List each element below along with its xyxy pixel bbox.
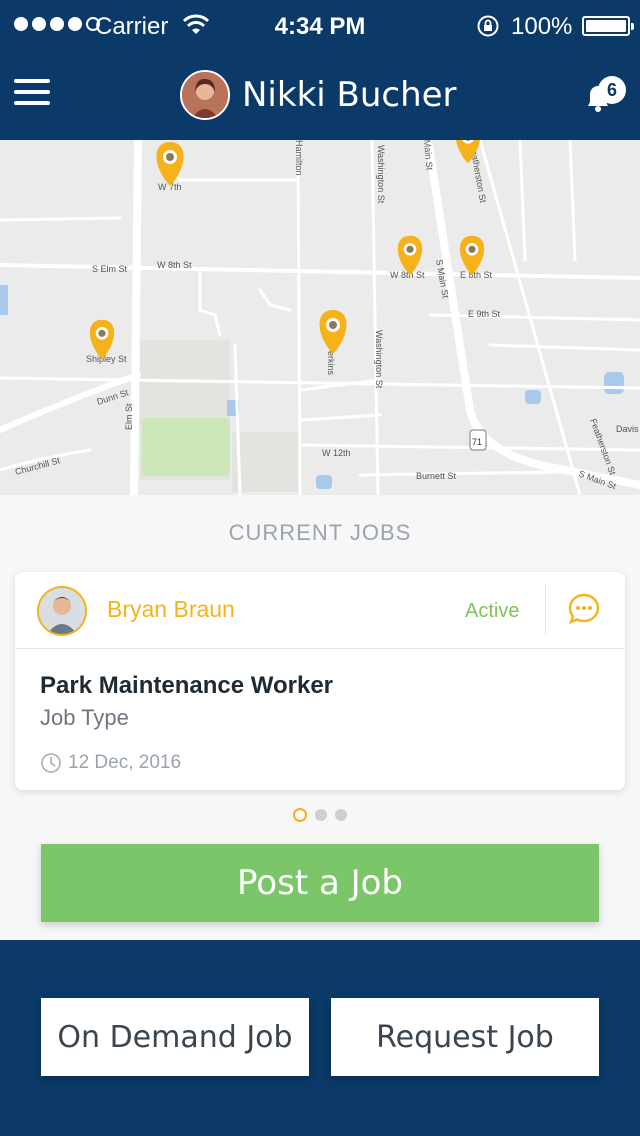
map-canvas: W 7th S Elm St W 8th St W 8th St E 8th S… [0, 140, 640, 495]
worker-avatar [37, 586, 87, 636]
battery-icon [582, 16, 634, 36]
user-name: Nikki Bucher [242, 75, 457, 115]
pager-dot[interactable] [293, 808, 307, 822]
app-header: Carrier 4:34 PM 100% Nikki Bucher 6 [0, 0, 640, 140]
pager-dot[interactable] [315, 809, 327, 821]
map-view[interactable]: W 7th S Elm St W 8th St W 8th St E 8th S… [0, 140, 640, 495]
avatar [180, 70, 230, 120]
street-label: Burnett St [416, 471, 457, 481]
chat-icon[interactable] [567, 592, 601, 626]
request-job-button[interactable]: Request Job [331, 998, 599, 1076]
street-label: Shipley St [86, 354, 127, 364]
nav-bar: Nikki Bucher 6 [0, 64, 640, 128]
street-label: Davis [616, 424, 639, 434]
bottom-action-bar: On Demand Job Request Job [0, 940, 640, 1136]
job-title: Park Maintenance Worker [40, 672, 334, 699]
street-label: Washington St [376, 145, 386, 204]
menu-icon[interactable] [14, 79, 50, 105]
job-date-row: 12 Dec, 2016 [40, 752, 181, 774]
pager-dot[interactable] [335, 809, 347, 821]
rotation-lock-icon [477, 15, 499, 37]
street-label: Hamilton [294, 140, 304, 176]
route-shield: 71 [469, 429, 487, 451]
user-profile[interactable]: Nikki Bucher [180, 70, 457, 120]
job-type: Job Type [40, 705, 129, 730]
street-label: S Elm St [92, 264, 128, 274]
carousel-pager [0, 808, 640, 822]
street-label: E 8th St [460, 270, 493, 280]
street-label: E 9th St [468, 309, 501, 319]
street-label: W 12th [322, 448, 351, 458]
divider [545, 584, 546, 634]
section-title-current-jobs: CURRENT JOBS [228, 520, 412, 545]
job-card[interactable]: Bryan Braun Active Park Maintenance Work… [15, 572, 625, 790]
street-label: Elm St [124, 403, 134, 430]
street-label: Washington St [374, 330, 384, 389]
status-badge: Active [465, 600, 520, 622]
on-demand-job-button[interactable]: On Demand Job [41, 998, 309, 1076]
status-bar: Carrier 4:34 PM 100% [0, 0, 640, 52]
notification-badge: 6 [598, 76, 626, 104]
post-job-button[interactable]: Post a Job [41, 844, 599, 922]
job-date: 12 Dec, 2016 [68, 752, 182, 773]
street-label: W 8th St [157, 260, 192, 270]
battery-percent: 100% [511, 13, 573, 40]
svg-text:71: 71 [472, 437, 482, 447]
job-card-header: Bryan Braun Active [15, 572, 625, 649]
clock-icon [41, 753, 61, 773]
worker-name[interactable]: Bryan Braun [107, 596, 235, 623]
